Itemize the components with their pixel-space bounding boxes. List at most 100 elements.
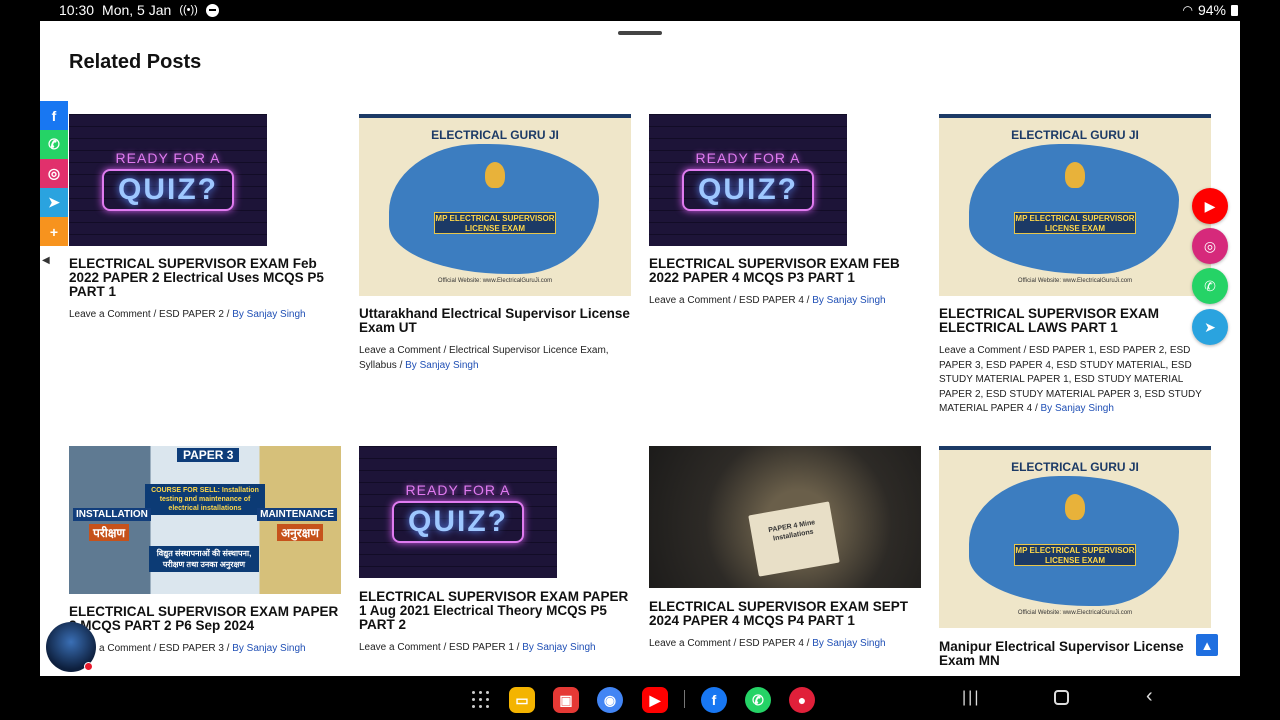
telegram-share-button[interactable]: ➤	[40, 188, 68, 217]
telegram-icon: ➤	[1204, 318, 1216, 335]
bulb-icon	[1065, 494, 1085, 520]
post-author[interactable]: By Sanjay Singh	[812, 638, 885, 649]
thumb-installation-label: INSTALLATION	[73, 508, 151, 521]
post-author[interactable]: By Sanjay Singh	[522, 642, 595, 653]
status-bar: 10:30 Mon, 5 Jan ((•)) ◠ 94%	[0, 0, 1280, 21]
drag-handle[interactable]	[618, 31, 662, 35]
post-thumbnail[interactable]: ELECTRICAL GURU JI MP ELECTRICAL SUPERVI…	[939, 114, 1211, 296]
post-meta: Leave a Comment / ESD PAPER 4 / By Sanja…	[649, 294, 925, 309]
post-thumbnail[interactable]: ELECTRICAL GURU JI MP ELECTRICAL SUPERVI…	[359, 114, 631, 296]
instagram-share-button[interactable]: ◎	[40, 159, 68, 188]
post-card: READY FOR A QUIZ? ELECTRICAL SUPERVISOR …	[649, 114, 925, 309]
notes-app-icon[interactable]: ▣	[553, 687, 579, 713]
post-meta-text[interactable]: Leave a Comment / ESD PAPER 4 /	[649, 295, 812, 306]
scroll-to-top-button[interactable]: ▲	[1196, 634, 1218, 656]
status-date: Mon, 5 Jan	[102, 2, 172, 18]
post-card: ELECTRICAL GURU JI MP ELECTRICAL SUPERVI…	[939, 114, 1213, 417]
instagram-icon: ◎	[1203, 237, 1217, 254]
whatsapp-app-icon[interactable]: ✆	[745, 687, 771, 713]
post-title[interactable]: ELECTRICAL SUPERVISOR EXAM Feb 2022 PAPE…	[69, 257, 341, 299]
chrome-app-icon[interactable]: ◉	[597, 687, 623, 713]
post-meta: Leave a Comment / ESD PAPER 4 / By Sanja…	[649, 637, 921, 652]
share-bar: f ✆ ◎ ➤ +	[40, 101, 68, 246]
post-thumbnail[interactable]: PAPER 4 Mine Installations	[649, 446, 921, 588]
thumb-banner: MP ELECTRICAL SUPERVISOR LICENSE EXAM	[1014, 544, 1136, 566]
post-meta: Leave a Comment / ESD PAPER 2 / By Sanja…	[69, 308, 341, 323]
post-meta: Leave a Comment / Electrical Supervisor …	[359, 344, 631, 373]
quiz-line-1: READY FOR A	[115, 149, 221, 166]
post-card: READY FOR A QUIZ? ELECTRICAL SUPERVISOR …	[359, 446, 631, 656]
post-title[interactable]: ELECTRICAL SUPERVISOR EXAM PAPER 3 MCQS …	[69, 605, 341, 633]
whatsapp-float-button[interactable]: ✆	[1192, 268, 1228, 304]
play-icon: ▶	[649, 691, 661, 708]
whatsapp-icon: ✆	[1204, 277, 1216, 294]
thumb-banner: MP ELECTRICAL SUPERVISOR LICENSE EXAM	[1014, 212, 1136, 234]
post-meta-text[interactable]: Leave a Comment / ESD PAPER 1 /	[359, 642, 522, 653]
post-meta-text[interactable]: Leave a Comment / Electrical Supervisor …	[359, 345, 609, 371]
thumb-paper-tag: PAPER 3	[177, 448, 240, 462]
whatsapp-share-button[interactable]: ✆	[40, 130, 68, 159]
youtube-app-icon[interactable]: ▶	[642, 687, 668, 713]
post-author[interactable]: By Sanjay Singh	[812, 295, 885, 306]
post-title[interactable]: Manipur Electrical Supervisor License Ex…	[939, 640, 1211, 668]
do-not-disturb-icon	[205, 3, 219, 17]
thumb-website: Official Website: www.ElectricalGuruJi.c…	[437, 278, 553, 284]
post-author[interactable]: By Sanjay Singh	[232, 643, 305, 654]
home-button[interactable]	[1054, 690, 1069, 705]
collapse-share-icon[interactable]: ◀	[42, 255, 50, 266]
post-author[interactable]: By Sanjay Singh	[232, 309, 305, 320]
post-thumbnail[interactable]: READY FOR A QUIZ?	[359, 446, 557, 578]
quiz-line-2: QUIZ?	[682, 168, 814, 211]
files-app-icon[interactable]: ▭	[509, 687, 535, 713]
recent-apps-button[interactable]: |||	[962, 689, 980, 707]
facebook-icon: f	[51, 107, 57, 124]
thumb-brand: ELECTRICAL GURU JI	[431, 128, 559, 142]
post-title[interactable]: ELECTRICAL SUPERVISOR EXAM SEPT 2024 PAP…	[649, 600, 921, 628]
note-icon: ▣	[559, 691, 573, 708]
back-button[interactable]: ‹	[1146, 685, 1153, 708]
post-meta: Leave a Comment / ESD PAPER 1 / By Sanja…	[359, 641, 631, 656]
post-title[interactable]: ELECTRICAL SUPERVISOR EXAM FEB 2022 PAPE…	[649, 257, 925, 285]
post-title[interactable]: ELECTRICAL SUPERVISOR EXAM PAPER 1 Aug 2…	[359, 590, 631, 632]
telegram-float-button[interactable]: ➤	[1192, 309, 1228, 345]
thumb-banner: MP ELECTRICAL SUPERVISOR LICENSE EXAM	[434, 212, 556, 234]
battery-icon	[1231, 4, 1238, 16]
app-drawer-icon[interactable]	[472, 691, 490, 709]
quiz-line-1: READY FOR A	[405, 481, 511, 498]
post-thumbnail[interactable]: PAPER 3 COURSE FOR SELL: Installation te…	[69, 446, 341, 594]
folder-icon: ▭	[515, 691, 529, 708]
thumb-maintenance-label: MAINTENANCE	[257, 508, 337, 521]
post-thumbnail[interactable]: READY FOR A QUIZ?	[69, 114, 267, 246]
post-card: READY FOR A QUIZ? ELECTRICAL SUPERVISOR …	[69, 114, 341, 323]
screen-recorder-app-icon[interactable]: ●	[789, 687, 815, 713]
post-card: PAPER 3 COURSE FOR SELL: Installation te…	[69, 446, 341, 657]
instagram-icon: ◎	[47, 165, 61, 181]
thumb-book: PAPER 4 Mine Installations	[748, 501, 840, 577]
whatsapp-icon: ✆	[48, 136, 60, 152]
facebook-icon: f	[711, 692, 717, 708]
post-title[interactable]: ELECTRICAL SUPERVISOR EXAM ELECTRICAL LA…	[939, 307, 1213, 335]
quiz-line-1: READY FOR A	[695, 149, 801, 166]
instagram-float-button[interactable]: ◎	[1192, 228, 1228, 264]
post-meta: Leave a Comment / ESD PAPER 1, ESD PAPER…	[939, 344, 1213, 417]
post-author[interactable]: By Sanjay Singh	[405, 360, 478, 371]
chrome-icon: ◉	[603, 691, 617, 708]
related-posts-heading: Related Posts	[69, 51, 202, 73]
facebook-share-button[interactable]: f	[40, 101, 68, 130]
post-title[interactable]: Uttarakhand Electrical Supervisor Licens…	[359, 307, 631, 335]
thumb-sell-banner: COURSE FOR SELL: Installation testing an…	[145, 484, 265, 515]
notification-dot	[84, 662, 93, 671]
more-share-button[interactable]: +	[40, 217, 68, 246]
post-meta-text[interactable]: Leave a Comment / ESD PAPER 4 /	[649, 638, 812, 649]
post-meta-text[interactable]: Leave a Comment / ESD PAPER 2 /	[69, 309, 232, 320]
quiz-line-2: QUIZ?	[102, 168, 234, 211]
plus-icon: +	[49, 223, 59, 240]
facebook-app-icon[interactable]: f	[701, 687, 727, 713]
post-thumbnail[interactable]: ELECTRICAL GURU JI MP ELECTRICAL SUPERVI…	[939, 446, 1211, 628]
post-thumbnail[interactable]: READY FOR A QUIZ?	[649, 114, 847, 246]
post-author[interactable]: By Sanjay Singh	[1041, 403, 1114, 414]
youtube-float-button[interactable]: ▶	[1192, 188, 1228, 224]
post-card: ELECTRICAL GURU JI MP ELECTRICAL SUPERVI…	[939, 446, 1211, 668]
broadcast-icon: ((•))	[179, 4, 198, 16]
record-icon: ●	[797, 692, 807, 708]
